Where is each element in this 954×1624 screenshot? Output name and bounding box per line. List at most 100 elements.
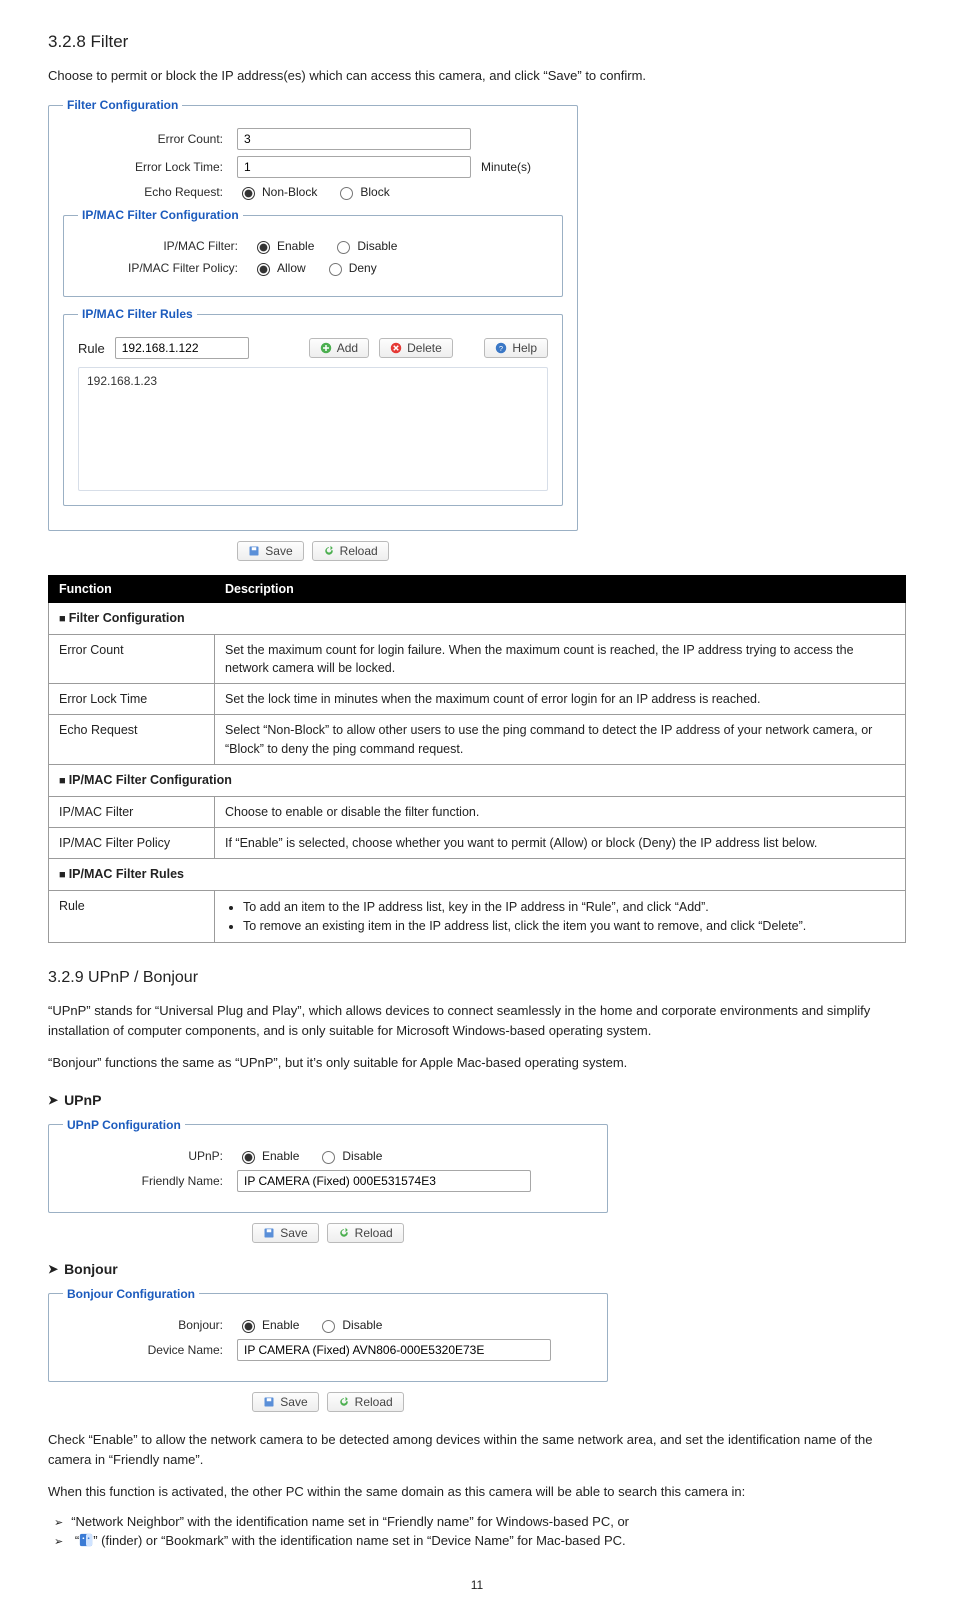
device-name-input[interactable] <box>237 1339 551 1361</box>
echo-nonblock-radio[interactable] <box>242 187 255 200</box>
echo-nonblock-text: Non-Block <box>262 185 317 199</box>
ipmac-filter-disable-radio[interactable] <box>337 241 350 254</box>
ipmac-policy-allow-radio[interactable] <box>257 263 270 276</box>
upnp-subheading-text: UPnP <box>64 1092 101 1108</box>
td-ipmac-filter-desc: Choose to enable or disable the filter f… <box>215 796 906 827</box>
td-rule-desc-b2: To remove an existing item in the IP add… <box>243 917 895 935</box>
upnp-subheading: UPnP <box>48 1092 906 1108</box>
upnp-label: UPnP: <box>63 1149 237 1163</box>
td-echo-fn: Echo Request <box>49 715 215 764</box>
bonjour-save-label: Save <box>280 1395 307 1409</box>
table-section-ipmac-rules: IP/MAC Filter Rules <box>49 858 906 890</box>
delete-button-label: Delete <box>407 341 442 355</box>
td-echo-desc: Select “Non-Block” to allow other users … <box>215 715 906 764</box>
upnp-configuration-group: UPnP Configuration UPnP: Enable Disable … <box>48 1118 608 1213</box>
error-count-label: Error Count: <box>63 132 237 146</box>
bonjour-disable-text: Disable <box>342 1318 382 1332</box>
bullet-arrow-icon: ➢ <box>54 1536 63 1548</box>
bonjour-configuration-legend: Bonjour Configuration <box>63 1287 199 1301</box>
rule-list[interactable]: 192.168.1.23 <box>78 367 548 491</box>
ipmac-policy-deny-text: Deny <box>349 261 377 275</box>
friendly-name-label: Friendly Name: <box>63 1174 237 1188</box>
upnp-reload-button[interactable]: Reload <box>327 1223 404 1243</box>
save-button[interactable]: Save <box>237 541 303 561</box>
filter-configuration-group: Filter Configuration Error Count: Error … <box>48 98 578 531</box>
add-button-label: Add <box>337 341 358 355</box>
rule-input[interactable] <box>115 337 249 359</box>
help-button[interactable]: ? Help <box>484 338 548 358</box>
echo-request-label: Echo Request: <box>63 185 237 199</box>
bonjour-save-button[interactable]: Save <box>252 1392 318 1412</box>
section-3-2-8-intro: Choose to permit or block the IP address… <box>48 66 906 86</box>
bonjour-disable-radio[interactable] <box>322 1320 335 1333</box>
section-3-2-9-p2: “Bonjour” functions the same as “UPnP”, … <box>48 1053 906 1073</box>
svg-text:?: ? <box>499 344 503 353</box>
error-lock-time-unit: Minute(s) <box>481 160 531 174</box>
ipmac-filter-configuration-group: IP/MAC Filter Configuration IP/MAC Filte… <box>63 208 563 297</box>
bonjour-label: Bonjour: <box>63 1318 237 1332</box>
save-icon <box>248 545 260 557</box>
td-error-lock-desc: Set the lock time in minutes when the ma… <box>215 684 906 715</box>
ipmac-policy-label: IP/MAC Filter Policy: <box>78 261 252 275</box>
echo-block-text: Block <box>360 185 389 199</box>
page-number: 11 <box>48 1578 906 1592</box>
save-icon <box>263 1396 275 1408</box>
delete-button[interactable]: Delete <box>379 338 453 358</box>
td-ipmac-filter-fn: IP/MAC Filter <box>49 796 215 827</box>
td-ipmac-policy-desc: If “Enable” is selected, choose whether … <box>215 827 906 858</box>
table-section-filter-conf: Filter Configuration <box>49 603 906 635</box>
upnp-enable-radio[interactable] <box>242 1151 255 1164</box>
reload-button-label: Reload <box>340 544 378 558</box>
section-3-2-8-title: 3.2.8 Filter <box>48 32 906 52</box>
error-lock-time-label: Error Lock Time: <box>63 160 237 174</box>
help-button-label: Help <box>512 341 537 355</box>
ipmac-filter-rules-legend: IP/MAC Filter Rules <box>78 307 197 321</box>
reload-button[interactable]: Reload <box>312 541 389 561</box>
upnp-disable-radio[interactable] <box>322 1151 335 1164</box>
upnp-save-button[interactable]: Save <box>252 1223 318 1243</box>
trail-b2b: ” (finder) or “Bookmark” with the identi… <box>93 1533 625 1548</box>
error-lock-time-input[interactable] <box>237 156 471 178</box>
trail-b1: “Network Neighbor” with the identificati… <box>71 1514 629 1529</box>
td-rule-fn: Rule <box>49 890 215 942</box>
ipmac-filter-enable-text: Enable <box>277 239 314 253</box>
bonjour-reload-button[interactable]: Reload <box>327 1392 404 1412</box>
bonjour-enable-radio[interactable] <box>242 1320 255 1333</box>
table-section-ipmac-conf: IP/MAC Filter Configuration <box>49 764 906 796</box>
upnp-disable-text: Disable <box>342 1149 382 1163</box>
help-icon: ? <box>495 342 507 354</box>
bonjour-subheading: Bonjour <box>48 1261 906 1277</box>
echo-block-radio[interactable] <box>340 187 353 200</box>
save-icon <box>263 1227 275 1239</box>
add-button[interactable]: Add <box>309 338 369 358</box>
section-3-2-9-title: 3.2.9 UPnP / Bonjour <box>48 969 906 987</box>
filter-configuration-legend: Filter Configuration <box>63 98 182 112</box>
function-description-table: Function Description Filter Configuratio… <box>48 575 906 943</box>
trail-p4: When this function is activated, the oth… <box>48 1482 906 1502</box>
rule-label: Rule <box>78 341 105 356</box>
bonjour-enable-text: Enable <box>262 1318 299 1332</box>
save-button-label: Save <box>265 544 292 558</box>
bullet-arrow-icon: ➢ <box>54 1517 63 1529</box>
reload-icon <box>323 545 335 557</box>
error-count-input[interactable] <box>237 128 471 150</box>
reload-icon <box>338 1227 350 1239</box>
rule-list-item[interactable]: 192.168.1.23 <box>87 374 539 388</box>
ipmac-policy-allow-text: Allow <box>277 261 306 275</box>
plus-icon <box>320 342 332 354</box>
td-error-lock-fn: Error Lock Time <box>49 684 215 715</box>
upnp-enable-text: Enable <box>262 1149 299 1163</box>
ipmac-policy-deny-radio[interactable] <box>329 263 342 276</box>
delete-icon <box>390 342 402 354</box>
upnp-reload-label: Reload <box>355 1226 393 1240</box>
ipmac-filter-disable-text: Disable <box>357 239 397 253</box>
bonjour-configuration-group: Bonjour Configuration Bonjour: Enable Di… <box>48 1287 608 1382</box>
reload-icon <box>338 1396 350 1408</box>
friendly-name-input[interactable] <box>237 1170 531 1192</box>
trail-p3: Check “Enable” to allow the network came… <box>48 1430 906 1470</box>
th-description: Description <box>215 576 906 603</box>
device-name-label: Device Name: <box>63 1343 237 1357</box>
td-ipmac-policy-fn: IP/MAC Filter Policy <box>49 827 215 858</box>
ipmac-filter-enable-radio[interactable] <box>257 241 270 254</box>
th-function: Function <box>49 576 215 603</box>
